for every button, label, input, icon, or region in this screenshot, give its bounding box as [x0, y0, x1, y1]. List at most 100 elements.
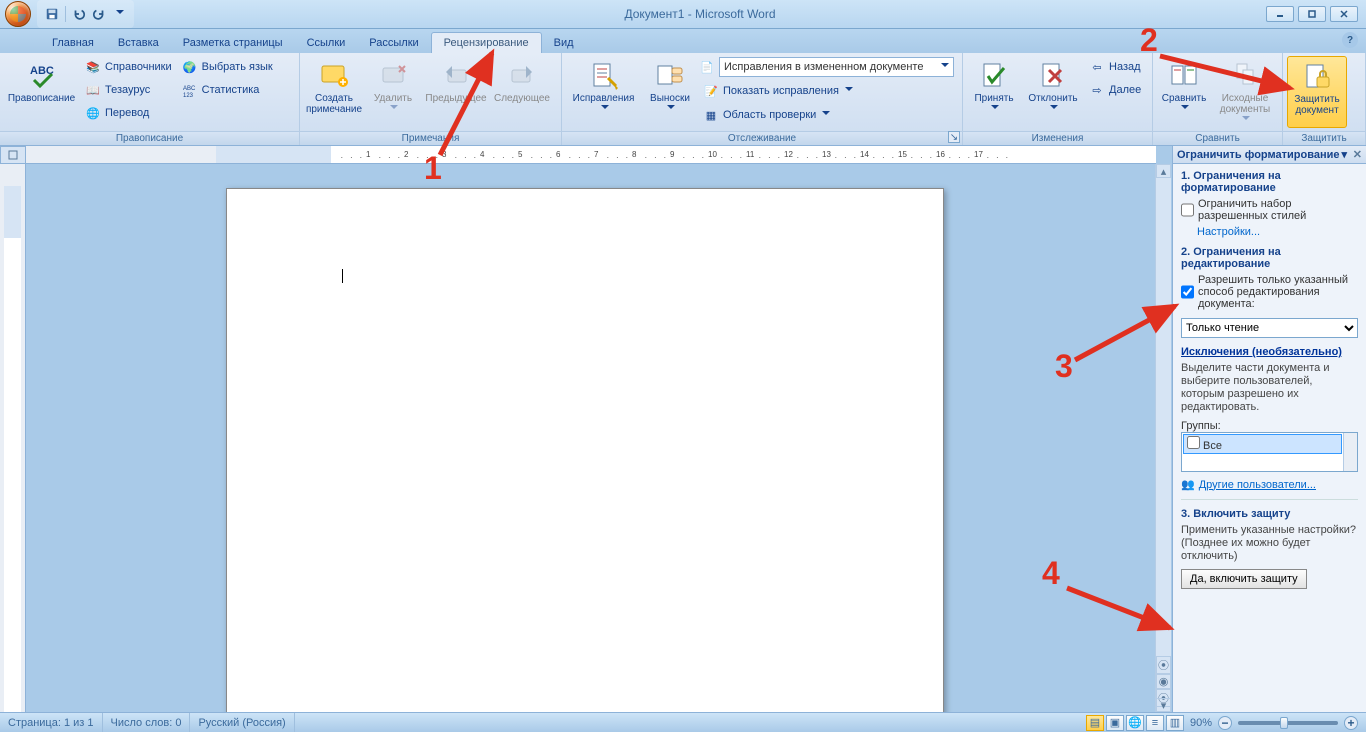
task-pane-header: Ограничить форматирование▾ ✕ [1173, 146, 1366, 164]
office-button[interactable] [2, 0, 33, 29]
balloons-button[interactable]: Выноски [643, 56, 697, 128]
group-compare-label: Сравнить [1153, 131, 1282, 145]
editing-restriction-dropdown[interactable]: Только чтение [1181, 318, 1358, 338]
tab-insert[interactable]: Вставка [106, 33, 171, 53]
view-web-layout-icon[interactable]: 🌐 [1126, 715, 1144, 731]
horizontal-ruler[interactable]: 2···1······1···2···3···4···5···6···7···8… [26, 146, 1156, 164]
tab-page-layout[interactable]: Разметка страницы [171, 33, 295, 53]
svg-text:123: 123 [183, 93, 194, 98]
section-3-description: Применить указанные настройки? (Позднее … [1181, 524, 1358, 563]
more-users-link[interactable]: 👥Другие пользователи... [1181, 478, 1358, 491]
reviewing-pane-button[interactable]: ▦Область проверки [699, 104, 954, 126]
zoom-slider[interactable] [1238, 721, 1338, 725]
previous-comment-button[interactable]: Предыдущее [422, 56, 490, 128]
word-count-button[interactable]: ABC123Статистика [178, 79, 277, 101]
group-tracking-label: Отслеживание↘ [562, 131, 962, 145]
tab-home[interactable]: Главная [40, 33, 106, 53]
tab-mailings[interactable]: Рассылки [357, 33, 430, 53]
accept-icon [978, 60, 1010, 92]
close-button[interactable] [1330, 6, 1358, 22]
research-icon: 📚 [85, 59, 101, 75]
status-page[interactable]: Страница: 1 из 1 [0, 713, 103, 732]
help-icon[interactable]: ? [1342, 32, 1358, 48]
group-protect: Защититьдокумент Защитить [1283, 53, 1366, 145]
previous-change-button[interactable]: ⇦Назад [1085, 56, 1145, 78]
scroll-up-icon[interactable]: ▴ [1156, 164, 1171, 178]
settings-link[interactable]: Настройки... [1197, 226, 1358, 238]
qat-customize-icon[interactable] [110, 5, 128, 23]
save-icon[interactable] [43, 5, 61, 23]
group-comments: Создатьпримечание Удалить Предыдущее Сле… [300, 53, 562, 145]
display-for-review-dropdown[interactable]: 📄 Исправления в измененном документе [699, 56, 954, 78]
prev-page-icon[interactable]: ⦿ [1156, 656, 1171, 674]
users-icon: 👥 [1181, 478, 1195, 491]
next-comment-icon [506, 60, 538, 92]
tab-references[interactable]: Ссылки [295, 33, 358, 53]
track-changes-icon [588, 60, 620, 92]
prev-change-icon: ⇦ [1089, 59, 1105, 75]
tab-view[interactable]: Вид [542, 33, 586, 53]
set-language-button[interactable]: 🌍Выбрать язык [178, 56, 277, 78]
track-changes-button[interactable]: Исправления [566, 56, 641, 128]
vertical-ruler[interactable] [0, 164, 26, 712]
status-word-count[interactable]: Число слов: 0 [103, 713, 191, 732]
document-viewport[interactable] [26, 164, 1156, 712]
vertical-scrollbar[interactable]: ▴ ⦿ ◉ ⦿ ▾ [1155, 164, 1171, 712]
zoom-level[interactable]: 90% [1190, 717, 1212, 729]
thesaurus-button[interactable]: 📖Тезаурус [81, 79, 176, 101]
reject-button[interactable]: Отклонить [1023, 56, 1083, 128]
view-full-screen-icon[interactable]: ▣ [1106, 715, 1124, 731]
zoom-out-button[interactable]: − [1218, 716, 1232, 730]
undo-icon[interactable] [70, 5, 88, 23]
group-changes-label: Изменения [963, 131, 1152, 145]
exceptions-description: Выделите части документа и выберите поль… [1181, 362, 1358, 414]
restrict-formatting-pane: Ограничить форматирование▾ ✕ 1. Ограниче… [1172, 146, 1366, 712]
redo-icon[interactable] [90, 5, 108, 23]
next-change-button[interactable]: ⇨Далее [1085, 79, 1145, 101]
view-print-layout-icon[interactable]: ▤ [1086, 715, 1104, 731]
display-for-review-icon: 📄 [699, 59, 715, 75]
tracking-launcher-icon[interactable]: ↘ [948, 131, 960, 143]
delete-comment-button[interactable]: Удалить [366, 56, 420, 128]
ruler-corner[interactable] [0, 146, 26, 164]
reviewing-pane-icon: ▦ [703, 107, 719, 123]
compare-button[interactable]: Сравнить [1157, 56, 1211, 128]
svg-text:ABC: ABC [183, 86, 196, 92]
exceptions-heading: Исключения (необязательно) [1181, 346, 1358, 358]
zoom-in-button[interactable]: + [1344, 716, 1358, 730]
scroll-down-icon[interactable]: ▾ [1156, 698, 1171, 712]
spelling-button[interactable]: ABC Правописание [4, 56, 79, 128]
section-2-title: 2. Ограничения на редактирование [1181, 246, 1358, 270]
groups-label: Группы: [1181, 420, 1358, 432]
delete-comment-icon [377, 60, 409, 92]
tab-review[interactable]: Рецензирование [431, 32, 542, 53]
view-draft-icon[interactable]: ▥ [1166, 715, 1184, 731]
work-area: 2···1······1···2···3···4···5···6···7···8… [0, 146, 1366, 712]
view-outline-icon[interactable]: ≡ [1146, 715, 1164, 731]
maximize-button[interactable] [1298, 6, 1326, 22]
status-language[interactable]: Русский (Россия) [190, 713, 294, 732]
new-comment-button[interactable]: Создатьпримечание [304, 56, 364, 128]
spelling-icon: ABC [26, 60, 58, 92]
next-change-icon: ⇨ [1089, 82, 1105, 98]
show-markup-button[interactable]: 📝Показать исправления [699, 80, 954, 102]
document-page[interactable] [226, 188, 944, 712]
enable-protection-button[interactable]: Да, включить защиту [1181, 569, 1307, 589]
minimize-button[interactable] [1266, 6, 1294, 22]
task-pane-close-icon[interactable]: ✕ [1353, 148, 1362, 161]
show-source-icon [1229, 60, 1261, 92]
limit-formatting-checkbox[interactable]: Ограничить набор разрешенных стилей [1181, 198, 1358, 222]
research-button[interactable]: 📚Справочники [81, 56, 176, 78]
protect-document-button[interactable]: Защититьдокумент [1287, 56, 1347, 128]
accept-button[interactable]: Принять [967, 56, 1021, 128]
translate-button[interactable]: 🌐Перевод [81, 102, 176, 124]
groups-listbox[interactable]: Все [1181, 432, 1358, 472]
show-source-button[interactable]: Исходныедокументы [1213, 56, 1277, 128]
show-markup-icon: 📝 [703, 83, 719, 99]
quick-access-toolbar [37, 0, 134, 28]
allow-only-checkbox[interactable]: Разрешить только указанный способ редакт… [1181, 274, 1358, 310]
previous-comment-icon [440, 60, 472, 92]
next-comment-button[interactable]: Следующее [492, 56, 552, 128]
reject-icon [1037, 60, 1069, 92]
browse-object-icon[interactable]: ◉ [1156, 674, 1171, 689]
